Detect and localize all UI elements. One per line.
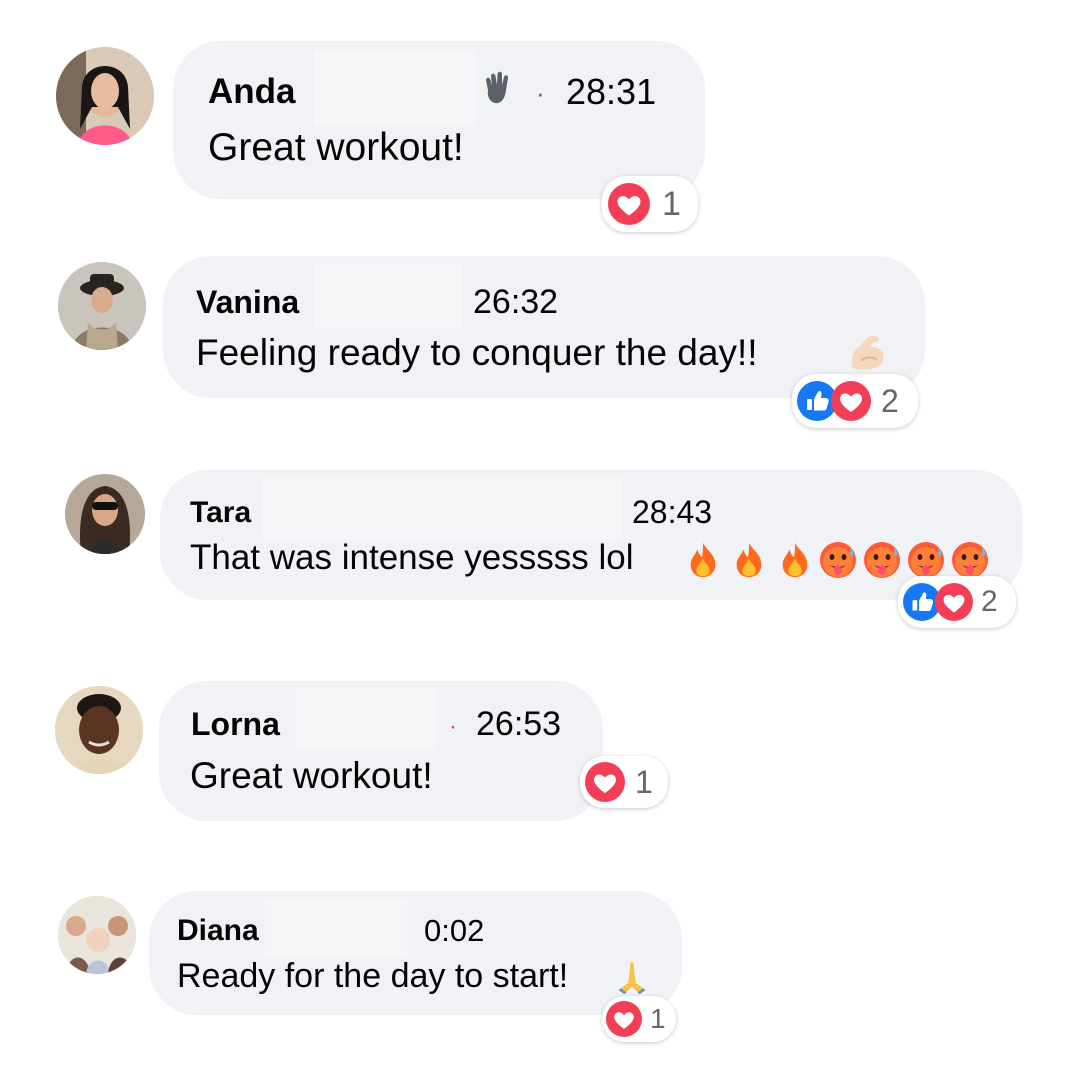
love-icon <box>606 1001 642 1037</box>
comment-bubble <box>149 891 682 1015</box>
redacted-area <box>265 898 407 958</box>
reaction-summary[interactable]: 1 <box>602 996 676 1042</box>
avatar[interactable] <box>58 896 136 974</box>
comment-timestamp[interactable]: 0:02 <box>424 913 484 949</box>
reaction-count: 1 <box>650 1003 666 1034</box>
comment-author[interactable]: Diana <box>177 914 259 948</box>
comment: Diana 0:02 Ready for the day to start! 1 <box>0 0 1080 1080</box>
comment-text: Ready for the day to start! <box>177 957 569 995</box>
folded-hands-icon <box>612 958 652 996</box>
